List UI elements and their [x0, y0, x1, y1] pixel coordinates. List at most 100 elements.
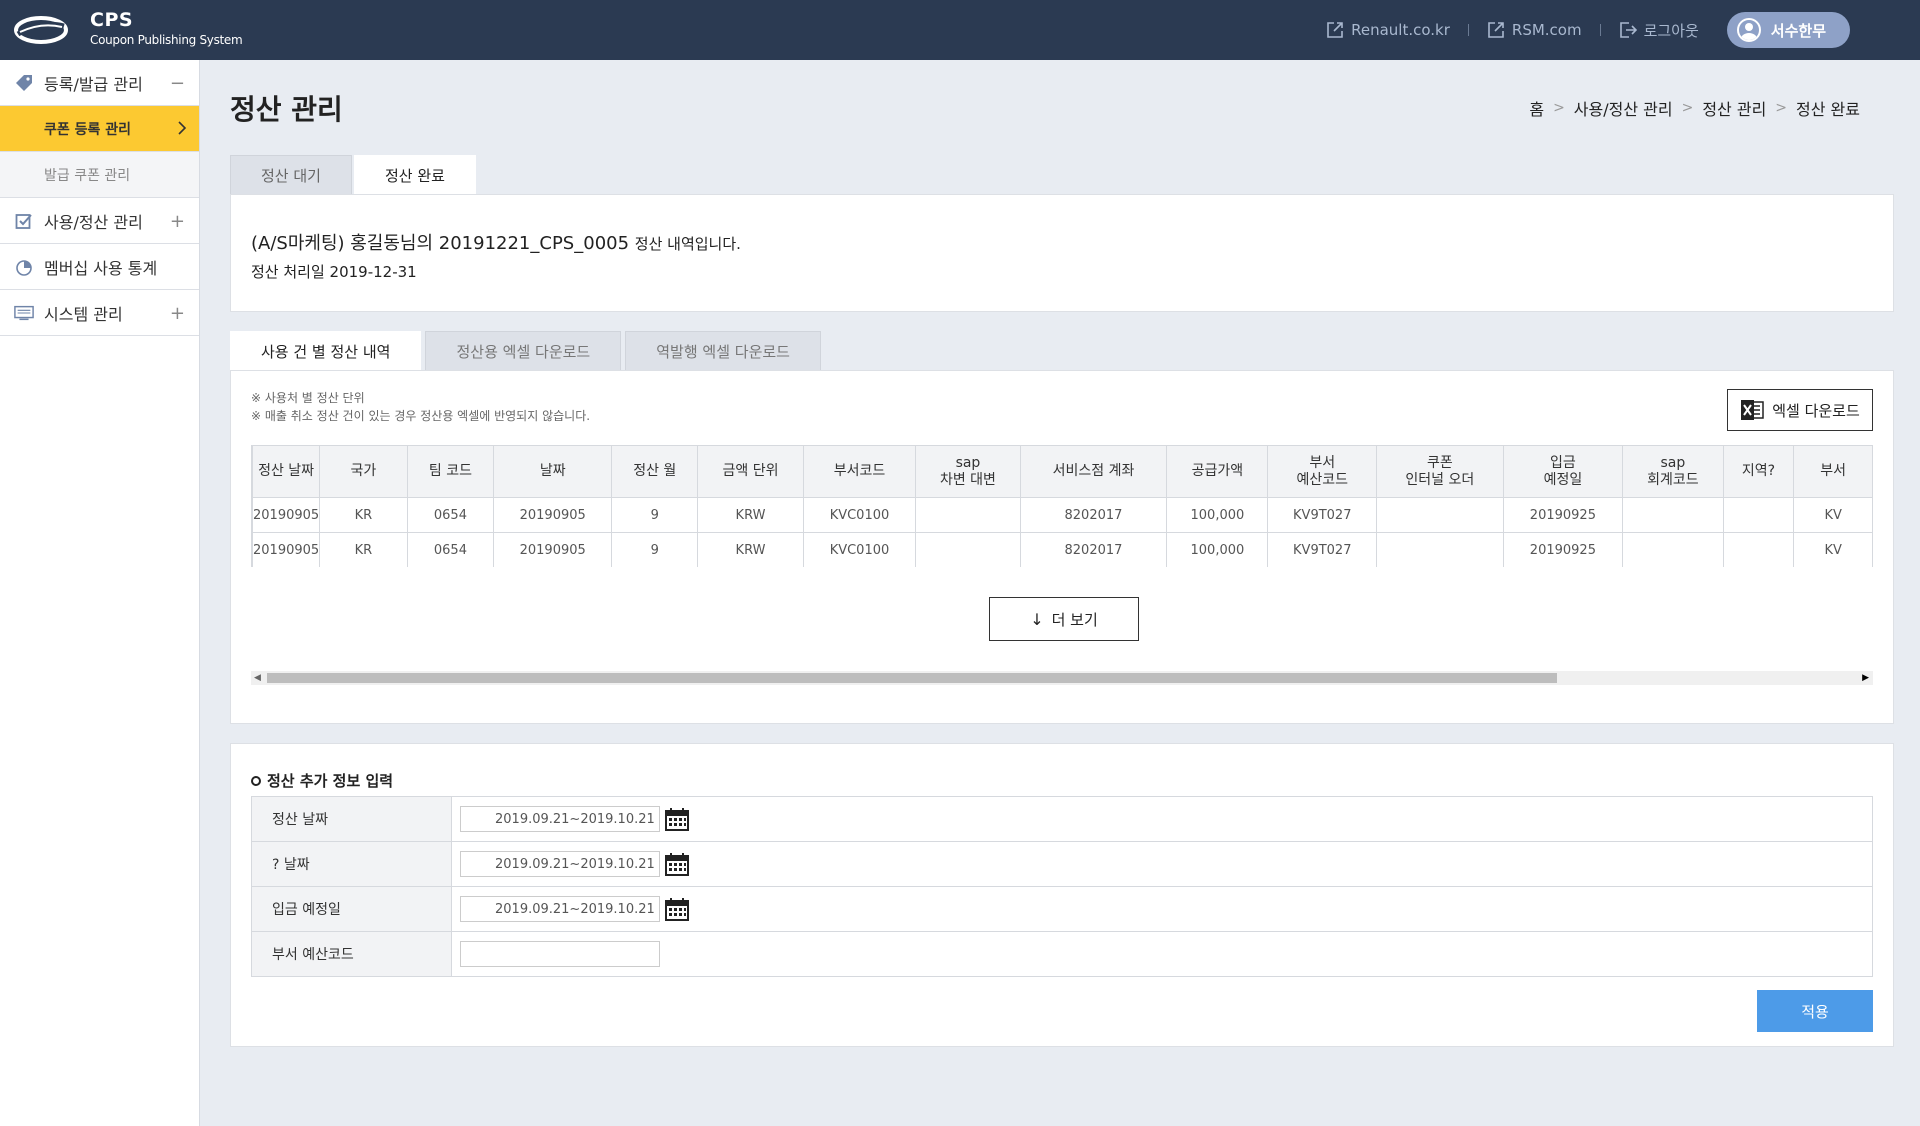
header-divider: [1599, 24, 1601, 36]
tab-reverse-invoice-excel[interactable]: 역발행 엑셀 다운로드: [625, 331, 821, 371]
avatar-icon: [1736, 18, 1761, 42]
apply-button[interactable]: 적용: [1757, 990, 1873, 1032]
settlement-headline-suffix: 정산 내역입니다.: [634, 235, 741, 253]
table-row[interactable]: 20190905 KR 0654 20190905 9 KRW KVC0100 …: [252, 532, 1873, 567]
scroll-right-icon[interactable]: ▶: [1862, 673, 1869, 683]
col-header: 날짜: [493, 445, 613, 498]
form-label: 부서 예산코드: [252, 932, 452, 976]
settlement-table-viewport: 정산 날짜 국가 팀 코드 날짜 정산 월 금액 단위 부서코드 sap 차변 대…: [251, 445, 1873, 567]
checkbox-icon: [14, 211, 34, 231]
form-label: 입금 예정일: [252, 887, 452, 931]
top-header: CPS Coupon Publishing System Renault.co.…: [0, 0, 1920, 60]
excel-icon: [1741, 400, 1764, 420]
col-header: 쿠폰 인터널 오더: [1376, 445, 1504, 498]
deposit-date-input[interactable]: 2019.09.21~2019.10.21: [460, 896, 660, 922]
table-cell: KV9T027: [1267, 497, 1378, 533]
table-cell: KR: [319, 497, 408, 533]
scroll-left-icon[interactable]: ◀: [254, 673, 261, 683]
cps-logo-icon[interactable]: [14, 12, 68, 48]
table-cell: [915, 532, 1021, 567]
breadcrumb-separator-icon: >: [1775, 100, 1788, 116]
table-cell: 9: [611, 532, 699, 567]
calendar-icon[interactable]: [664, 806, 690, 832]
settlement-headline: (A/S마케팅) 홍길동님의 20191221_CPS_0005 정산 내역입니…: [251, 229, 741, 255]
breadcrumb-current: 정산 완료: [1796, 100, 1860, 119]
usage-details-panel: ※ 사용처 별 정산 단위 ※ 매출 취소 정산 건이 있는 경우 정산용 엑셀…: [230, 370, 1894, 724]
col-header: sap 회계코드: [1622, 445, 1724, 498]
table-cell: 20190925: [1502, 497, 1624, 533]
col-header: 공급가액: [1166, 445, 1269, 498]
table-row[interactable]: 20190905 KR 0654 20190905 9 KRW KVC0100 …: [252, 497, 1873, 533]
col-header: 부서코드: [802, 445, 917, 498]
form-title: 정산 추가 정보 입력: [251, 770, 393, 791]
expand-icon[interactable]: +: [170, 303, 185, 324]
table-cell: 8202017: [1019, 532, 1168, 567]
date-input[interactable]: 2019.09.21~2019.10.21: [460, 851, 660, 877]
tab-settlement-complete[interactable]: 정산 완료: [353, 155, 476, 195]
sidebar-subitem-coupon-registration[interactable]: 쿠폰 등록 관리: [0, 106, 199, 152]
notes: ※ 사용처 별 정산 단위 ※ 매출 취소 정산 건이 있는 경우 정산용 엑셀…: [251, 389, 590, 425]
col-header: 지역?: [1722, 445, 1795, 498]
sidebar-subitem-label: 쿠폰 등록 관리: [44, 121, 132, 138]
breadcrumb-home[interactable]: 홈: [1529, 96, 1544, 120]
calendar-icon[interactable]: [664, 851, 690, 877]
user-name: 서수한무: [1770, 21, 1826, 40]
table-cell: 20190905: [493, 497, 613, 533]
rsm-link[interactable]: RSM.com: [1487, 21, 1582, 39]
table-cell: [915, 497, 1021, 533]
load-more-button[interactable]: ↓ 더 보기: [989, 597, 1139, 641]
budget-code-input[interactable]: [460, 941, 660, 967]
sidebar-item-membership-stats[interactable]: 멤버십 사용 통계: [0, 244, 199, 290]
external-link-icon: [1327, 22, 1343, 38]
table-cell: 100,000: [1166, 532, 1269, 567]
logout-icon: [1619, 22, 1637, 38]
expand-icon[interactable]: +: [170, 211, 185, 232]
monitor-icon: [14, 303, 34, 323]
col-header: 팀 코드: [406, 445, 495, 498]
settlement-processed-date: 정산 처리일 2019-12-31: [251, 263, 417, 281]
horizontal-scrollbar[interactable]: ◀ ▶: [251, 671, 1873, 685]
settlement-status-tabs: 정산 대기 정산 완료: [230, 155, 478, 195]
form-value: 2019.09.21~2019.10.21: [452, 842, 1872, 886]
col-header: 금액 단위: [697, 445, 804, 498]
tab-settlement-pending[interactable]: 정산 대기: [230, 155, 352, 195]
form-label: ? 날짜: [252, 842, 452, 886]
tab-settlement-excel[interactable]: 정산용 엑셀 다운로드: [425, 331, 622, 371]
breadcrumb: 홈 > 사용/정산 관리 > 정산 관리 > 정산 완료: [1529, 96, 1860, 120]
sidebar-item-registration[interactable]: 등록/발급 관리 −: [0, 60, 199, 106]
arrow-down-icon: ↓: [1030, 609, 1044, 629]
sidebar-item-system[interactable]: 시스템 관리 +: [0, 290, 199, 336]
user-profile-button[interactable]: 서수한무: [1726, 12, 1850, 48]
additional-info-panel: 정산 추가 정보 입력 정산 날짜 2019.09.21~2019.10.21 …: [230, 743, 1894, 1047]
header-links: Renault.co.kr RSM.com 로그아웃 서수한무: [1308, 12, 1850, 48]
table-cell: KR: [319, 532, 408, 567]
settlement-date-input[interactable]: 2019.09.21~2019.10.21: [460, 806, 660, 832]
renault-link[interactable]: Renault.co.kr: [1326, 21, 1450, 39]
form-value: 2019.09.21~2019.10.21: [452, 797, 1872, 841]
detail-tabs: 사용 건 별 정산 내역 정산용 엑셀 다운로드 역발행 엑셀 다운로드: [230, 331, 825, 371]
logout-link[interactable]: 로그아웃: [1619, 20, 1699, 41]
col-header: 부서 예산코드: [1267, 445, 1378, 498]
load-more-label: 더 보기: [1051, 610, 1098, 629]
form-row-budget-code: 부서 예산코드: [251, 932, 1873, 977]
col-header: 정산 월: [611, 445, 699, 498]
excel-download-button[interactable]: 엑셀 다운로드: [1727, 389, 1873, 431]
calendar-icon[interactable]: [664, 896, 690, 922]
collapse-icon[interactable]: −: [170, 73, 185, 94]
table-cell: [1722, 532, 1795, 567]
tab-usage-details[interactable]: 사용 건 별 정산 내역: [230, 331, 422, 371]
col-header: 국가: [319, 445, 408, 498]
breadcrumb-usage-settlement[interactable]: 사용/정산 관리: [1574, 96, 1673, 120]
breadcrumb-settlement[interactable]: 정산 관리: [1702, 96, 1766, 120]
table-cell: KV9T027: [1267, 532, 1378, 567]
table-cell: 100,000: [1166, 497, 1269, 533]
pie-chart-icon: [14, 257, 34, 277]
scrollbar-thumb[interactable]: [267, 673, 1557, 683]
table-cell: KV: [1793, 532, 1873, 567]
sidebar-subitem-issued-coupons[interactable]: 발급 쿠폰 관리: [0, 152, 199, 198]
table-cell: 0654: [406, 497, 495, 533]
renault-link-label: Renault.co.kr: [1351, 21, 1450, 39]
col-header: 정산 날짜: [252, 445, 321, 498]
table-cell: [1376, 532, 1504, 567]
sidebar-item-usage-settlement[interactable]: 사용/정산 관리 +: [0, 198, 199, 244]
